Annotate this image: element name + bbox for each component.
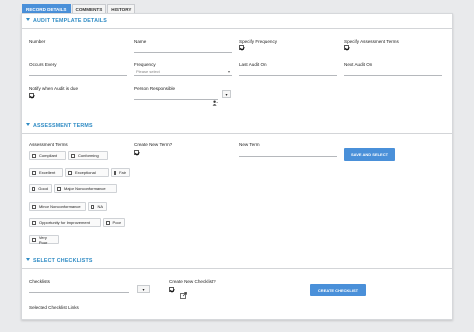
terms-section-title: ASSESSMENT TERMS <box>33 123 93 129</box>
term-very-poor[interactable]: Very Poor <box>29 234 59 245</box>
term-label: Compliant <box>39 153 58 158</box>
term-poor[interactable]: Poor <box>103 218 125 227</box>
next-audit-field[interactable] <box>344 69 442 76</box>
specify-terms-label: Specify Assessment Terms <box>344 39 399 44</box>
divider <box>22 133 452 134</box>
term-label: NA <box>97 204 103 209</box>
term-checkbox <box>91 204 95 209</box>
term-checkbox <box>32 220 36 225</box>
notify-label: Notify when Audit is due <box>29 86 79 91</box>
term-exceptional[interactable]: Exceptional <box>65 168 109 177</box>
term-checkbox <box>32 204 36 209</box>
create-checklist-checkbox[interactable] <box>169 287 174 292</box>
term-label: Very Poor <box>38 234 48 245</box>
checklists-dropdown-button[interactable]: ▾ <box>137 285 150 293</box>
term-opportunity-for-improvement[interactable]: Opportunity for Improvement <box>29 218 101 227</box>
term-checkbox <box>71 153 75 158</box>
checklists-field[interactable] <box>29 286 129 293</box>
term-checkbox <box>106 220 110 225</box>
record-panel: AUDIT TEMPLATE DETAILS Number Name Speci… <box>21 13 453 320</box>
create-term-checkbox[interactable] <box>134 150 139 155</box>
audit-section-title: AUDIT TEMPLATE DETAILS <box>33 18 107 24</box>
term-label: Poor <box>112 220 121 225</box>
terms-section-header[interactable]: ASSESSMENT TERMS <box>26 123 93 129</box>
notify-checkbox[interactable] <box>29 93 34 98</box>
create-checklist-label: Create New Checklist? <box>169 279 216 284</box>
checklists-section-header[interactable]: SELECT CHECKLISTS <box>26 258 93 264</box>
next-audit-label: Next Audit On <box>344 62 373 67</box>
occurs-label: Occurs Every <box>29 62 57 67</box>
specify-frequency-label: Specify Frequency <box>239 39 278 44</box>
term-major-nonconformance[interactable]: Major Nonconformance <box>54 184 117 193</box>
occurs-field[interactable] <box>29 69 127 76</box>
chevron-down-icon <box>26 258 30 261</box>
term-checkbox <box>32 170 36 175</box>
term-label: Opportunity for Improvement <box>39 220 90 225</box>
term-label: Conforming <box>78 153 99 158</box>
divider <box>22 28 452 29</box>
name-field[interactable] <box>134 46 232 53</box>
last-audit-field[interactable] <box>239 69 337 76</box>
terms-label: Assessment Terms <box>29 142 68 147</box>
checklists-section-title: SELECT CHECKLISTS <box>33 258 93 264</box>
caret-down-icon: ▾ <box>227 69 230 74</box>
selected-checklist-label: Selected Checklist Links <box>29 305 79 310</box>
frequency-select[interactable]: Please select ▾ <box>134 69 232 76</box>
term-minor-nonconformance[interactable]: Minor Nonconformance <box>29 202 86 211</box>
person-icon[interactable] <box>212 93 218 106</box>
person-label: Person Responsible <box>134 86 176 91</box>
specify-frequency-checkbox[interactable] <box>239 45 244 50</box>
last-audit-label: Last Audit On <box>239 62 267 67</box>
external-link-icon[interactable] <box>180 286 187 299</box>
frequency-label: Frequency <box>134 62 156 67</box>
audit-section-header[interactable]: AUDIT TEMPLATE DETAILS <box>26 18 107 24</box>
divider <box>22 268 452 269</box>
new-term-field[interactable] <box>239 150 337 157</box>
term-checkbox <box>32 153 36 158</box>
term-good[interactable]: Good <box>29 184 52 193</box>
checklists-label: Checklists <box>29 279 50 284</box>
chevron-down-icon <box>26 18 30 21</box>
save-and-select-button[interactable]: SAVE AND SELECT <box>344 148 395 161</box>
name-label: Name <box>134 39 147 44</box>
number-label: Number <box>29 39 46 44</box>
person-field[interactable] <box>134 93 218 100</box>
term-checkbox <box>114 170 117 175</box>
term-checkbox <box>57 186 61 191</box>
term-checkbox <box>68 170 72 175</box>
term-label: Major Nonconformance <box>64 186 106 191</box>
person-dropdown-button[interactable]: ▾ <box>222 90 231 98</box>
term-compliant[interactable]: Compliant <box>29 151 66 160</box>
caret-down-icon: ▾ <box>142 286 145 292</box>
term-excellent[interactable]: Excellent <box>29 168 63 177</box>
term-checkbox <box>32 237 36 242</box>
create-checklist-button[interactable]: CREATE CHECKLIST <box>310 284 366 296</box>
term-fair[interactable]: Fair <box>111 168 130 177</box>
term-label: Excellent <box>39 170 56 175</box>
caret-down-icon: ▾ <box>225 91 228 97</box>
frequency-placeholder: Please select <box>136 69 160 74</box>
chevron-down-icon <box>26 123 30 126</box>
term-label: Good <box>38 186 48 191</box>
specify-terms-checkbox[interactable] <box>344 45 349 50</box>
term-label: Exceptional <box>75 170 96 175</box>
create-term-label: Create New Term? <box>134 142 173 147</box>
new-term-label: New Term <box>239 142 260 147</box>
term-label: Minor Nonconformance <box>39 204 81 209</box>
term-checkbox <box>32 186 36 191</box>
term-conforming[interactable]: Conforming <box>68 151 108 160</box>
term-na[interactable]: NA <box>88 202 107 211</box>
term-label: Fair <box>119 170 126 175</box>
